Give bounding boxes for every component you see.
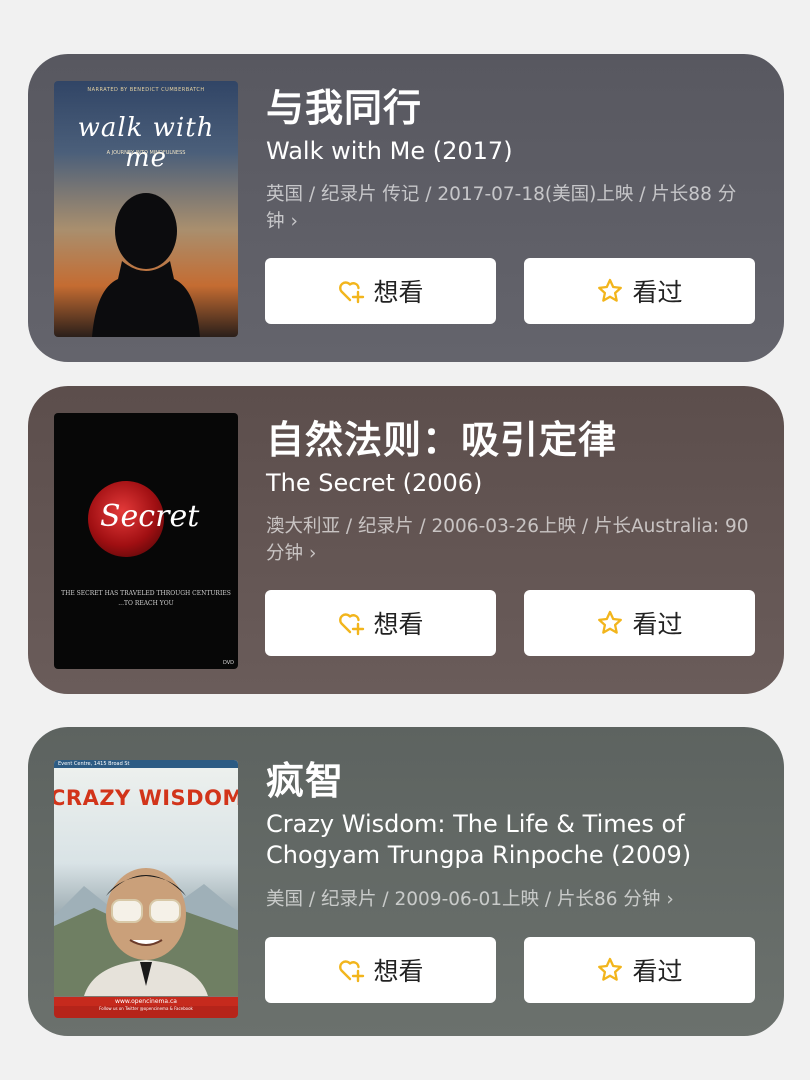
movie-title-cn[interactable]: 自然法则：吸引定律: [266, 414, 756, 466]
movie-meta-text: 英国 / 纪录片 传记 / 2017-07-18(美国)上映 / 片长88 分钟: [266, 184, 737, 232]
seen-label: 看过: [632, 278, 683, 307]
chevron-right-icon: ›: [309, 543, 317, 564]
poster-title: CRAZY WISDOM: [54, 786, 238, 810]
star-icon: [598, 278, 623, 302]
portrait-graphic: [54, 868, 238, 996]
star-icon: [598, 610, 623, 634]
dvd-badge: DVD: [222, 660, 234, 666]
seen-label: 看过: [632, 610, 683, 639]
movie-title-cn[interactable]: 疯智: [266, 755, 756, 807]
movie-title-en: The Secret (2006): [266, 469, 483, 497]
movie-meta[interactable]: 澳大利亚 / 纪录片 / 2006-03-26上映 / 片长Australia:…: [266, 513, 756, 567]
movie-title-cn[interactable]: 与我同行: [266, 82, 756, 134]
movie-meta-text: 美国 / 纪录片 / 2009-06-01上映 / 片长86 分钟: [266, 889, 661, 910]
poster-text: NARRATED BY BENEDICT CUMBERBATCH: [87, 87, 205, 93]
poster-title: walk with me: [77, 113, 215, 173]
movie-card-the-secret[interactable]: Secret THE SECRET HAS TRAVELED THROUGH C…: [28, 386, 784, 694]
movie-meta[interactable]: 美国 / 纪录片 / 2009-06-01上映 / 片长86 分钟 ›: [266, 886, 756, 913]
want-label: 想看: [373, 610, 424, 639]
chevron-right-icon: ›: [666, 889, 674, 910]
seen-label: 看过: [632, 957, 683, 986]
want-label: 想看: [373, 957, 424, 986]
silhouette-graphic: [92, 193, 200, 337]
movie-poster[interactable]: NARRATED BY BENEDICT CUMBERBATCH walk wi…: [54, 81, 238, 337]
seen-button[interactable]: 看过: [524, 937, 755, 1003]
seen-button[interactable]: 看过: [524, 590, 755, 656]
heart-plus-icon: [339, 960, 365, 983]
movie-meta[interactable]: 英国 / 纪录片 传记 / 2017-07-18(美国)上映 / 片长88 分钟…: [266, 181, 756, 235]
star-icon: [598, 957, 623, 981]
want-to-watch-button[interactable]: 想看: [265, 258, 496, 324]
movie-title-en: Crazy Wisdom: The Life & Times of Chogya…: [266, 810, 692, 869]
poster-tagline: THE SECRET HAS TRAVELED THROUGH CENTURIE…: [61, 590, 231, 607]
heart-plus-icon: [339, 613, 365, 636]
movie-title-en: Walk with Me (2017): [266, 137, 513, 165]
movie-poster[interactable]: Secret THE SECRET HAS TRAVELED THROUGH C…: [54, 413, 238, 669]
chevron-right-icon: ›: [290, 211, 298, 232]
poster-strip: Event Centre, 1415 Broad St: [54, 760, 238, 768]
movie-card-crazy-wisdom[interactable]: Event Centre, 1415 Broad St CRAZY WISDOM…: [28, 727, 784, 1036]
seen-button[interactable]: 看过: [524, 258, 755, 324]
movie-card-walk-with-me[interactable]: NARRATED BY BENEDICT CUMBERBATCH walk wi…: [28, 54, 784, 362]
poster-title: Secret: [100, 499, 200, 534]
heart-plus-icon: [339, 281, 365, 304]
movie-meta-text: 澳大利亚 / 纪录片 / 2006-03-26上映 / 片长Australia:…: [266, 516, 749, 564]
poster-url: www.opencinema.ca: [54, 997, 238, 1006]
movie-poster[interactable]: Event Centre, 1415 Broad St CRAZY WISDOM…: [54, 760, 238, 1018]
poster-subtitle: A JOURNEY INTO MINDFULNESS: [106, 150, 186, 156]
want-to-watch-button[interactable]: 想看: [265, 590, 496, 656]
want-to-watch-button[interactable]: 想看: [265, 937, 496, 1003]
poster-footer: Follow us on Twitter @opencinema & Faceb…: [54, 1006, 238, 1018]
want-label: 想看: [373, 278, 424, 307]
